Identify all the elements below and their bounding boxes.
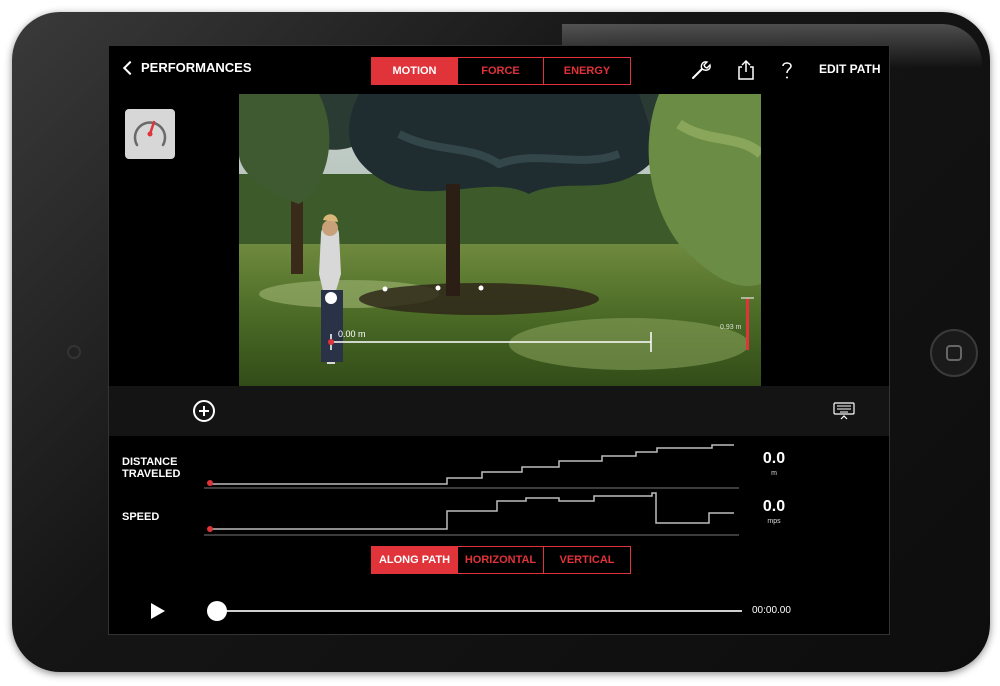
speed-unit: mps [767,518,781,525]
top-bar: PERFORMANCES MOTION FORCE ENERGY EDIT PA… [109,46,889,94]
distance-unit: m [771,470,777,477]
distance-cursor [207,480,213,486]
add-button[interactable] [193,400,215,422]
back-button[interactable]: PERFORMANCES [122,60,252,75]
direction-tabs: ALONG PATH HORIZONTAL VERTICAL [371,546,631,574]
distance-label-line1: DISTANCE [122,456,178,468]
tab-vertical[interactable]: VERTICAL [544,547,630,573]
wrench-icon[interactable] [689,58,713,82]
front-camera [67,345,81,359]
home-button[interactable] [930,329,978,377]
tab-motion[interactable]: MOTION [372,58,458,84]
playback-time: 00:00.00 [752,605,791,616]
speed-cursor [207,526,213,532]
path-dot [382,286,388,292]
tab-horizontal[interactable]: HORIZONTAL [458,547,544,573]
motion-overlay [325,285,754,352]
distance-readout: 0.0 m [749,450,799,477]
height-bar [746,298,749,350]
scrubber-thumb[interactable] [207,601,227,621]
speed-graph-label: SPEED [122,511,160,523]
speedometer-icon [133,120,167,147]
analysis-tabs: MOTION FORCE ENERGY [371,57,631,85]
distance-line [210,444,734,485]
scrubber-track[interactable] [217,610,742,612]
keyboard-icon[interactable] [833,402,855,422]
measure-distance-label: 0.00 m [338,329,366,339]
share-icon[interactable] [734,58,758,82]
back-label: PERFORMANCES [141,60,252,75]
height-value-label: 0.93 m [720,324,742,331]
home-square-icon [946,345,962,361]
measure-anchor [328,339,334,345]
edit-path-button[interactable]: EDIT PATH [819,62,881,76]
video-toolbar [109,386,889,436]
path-dot [435,285,441,291]
play-icon[interactable] [151,603,165,619]
help-icon[interactable] [775,58,799,82]
speed-line [210,492,734,530]
speed-readout: 0.0 mps [749,498,799,525]
tab-energy[interactable]: ENERGY [544,58,630,84]
path-marker-start [325,292,337,304]
app-screen: PERFORMANCES MOTION FORCE ENERGY EDIT PA… [108,45,890,635]
tab-along-path[interactable]: ALONG PATH [372,547,458,573]
video-frame[interactable]: 0.00 m 0.93 m [239,94,761,386]
speed-graph [204,492,739,536]
distance-graph [204,444,739,489]
tab-force[interactable]: FORCE [458,58,544,84]
speedometer-button[interactable] [125,109,175,159]
distance-value: 0.0 [762,450,786,467]
distance-label-line2: TRAVELED [122,468,181,480]
speed-value: 0.0 [762,498,786,515]
chevron-left-icon [122,60,138,75]
path-dot [478,285,484,291]
distance-graph-label: DISTANCE TRAVELED [122,456,180,480]
